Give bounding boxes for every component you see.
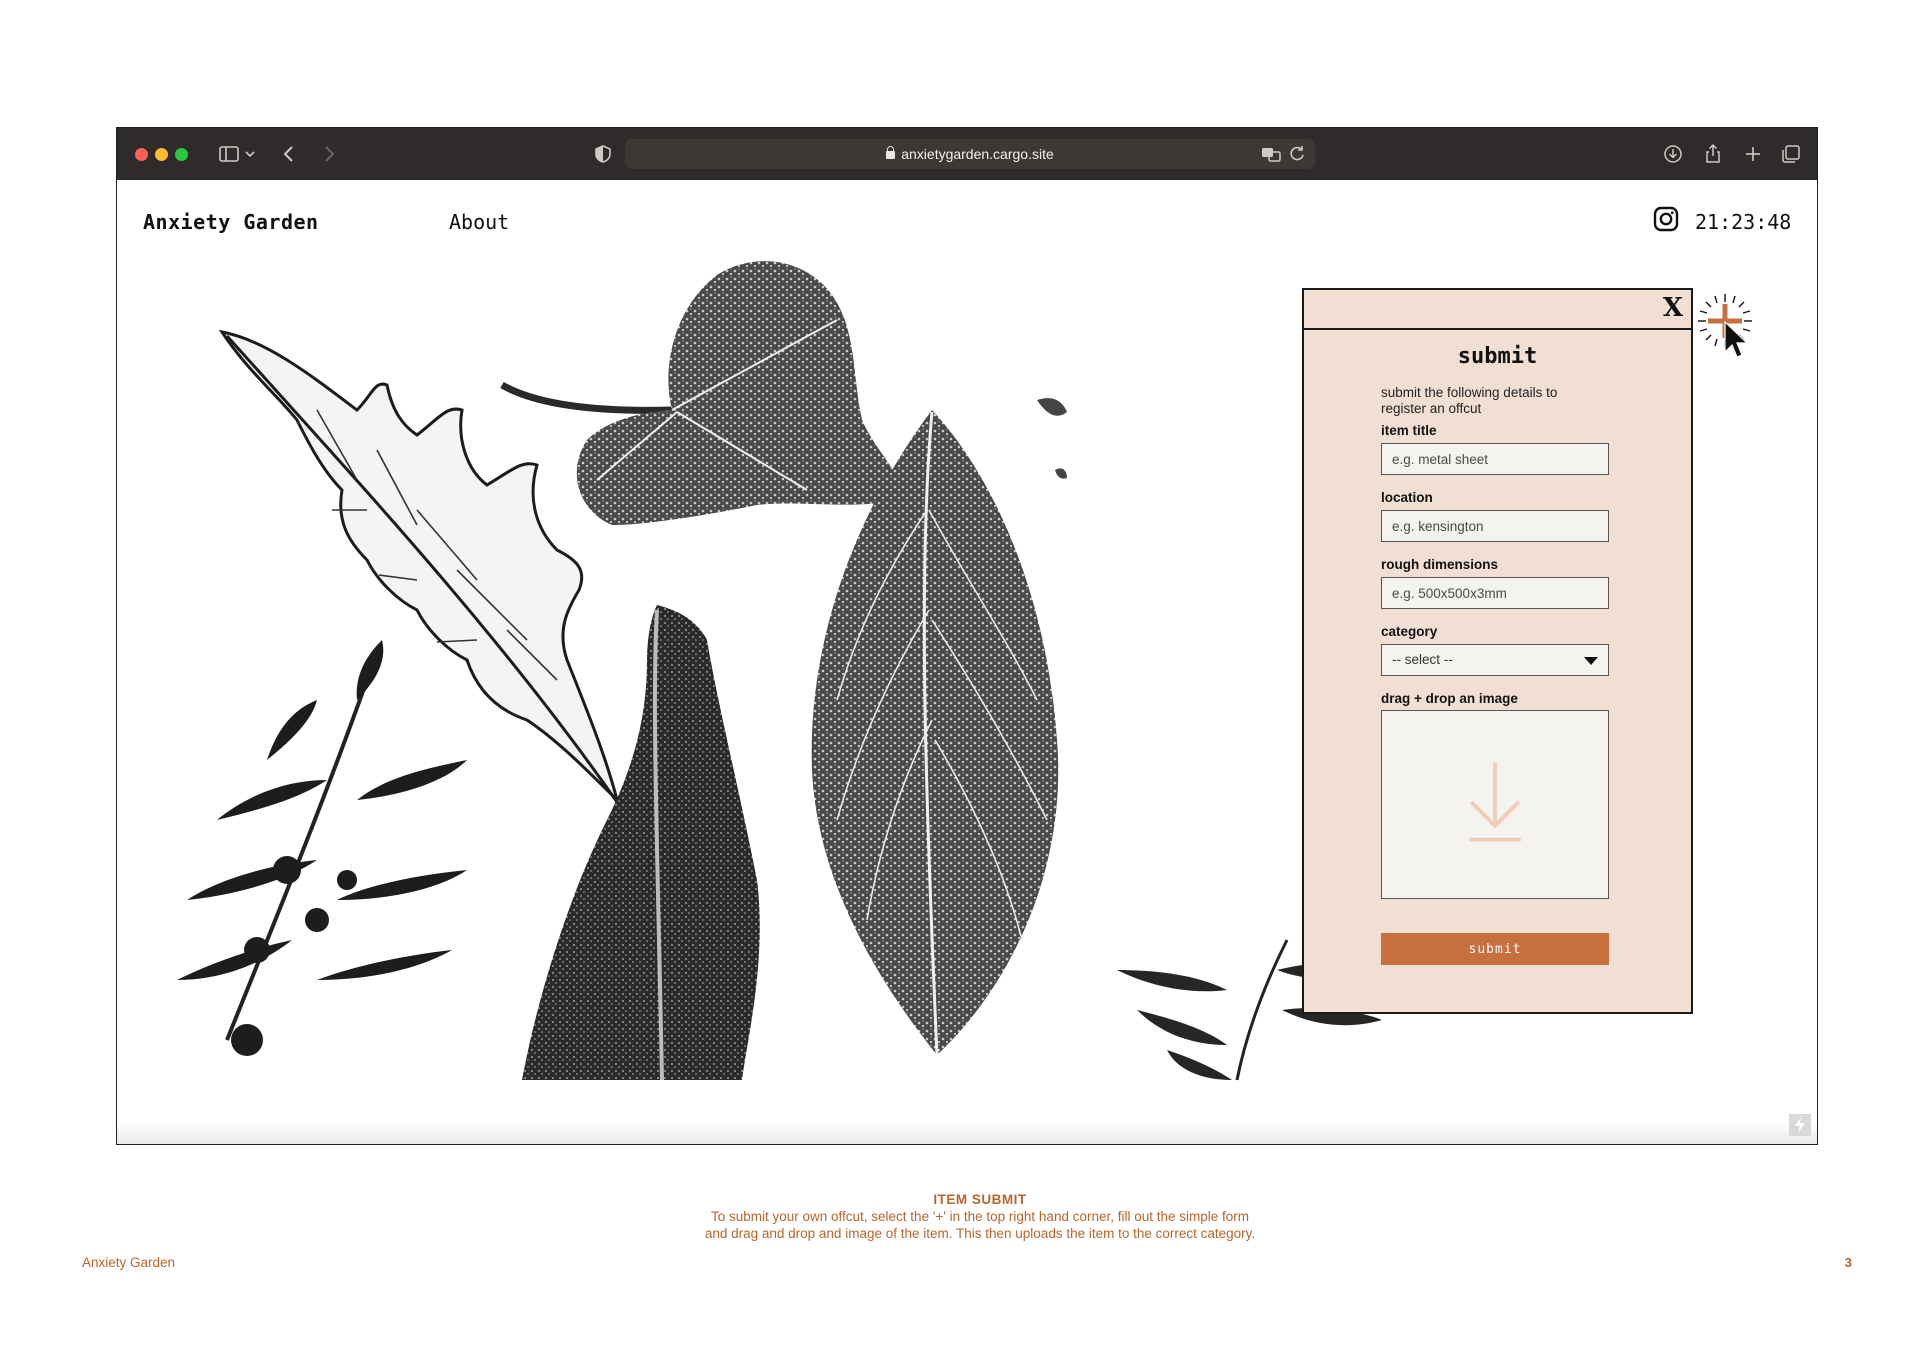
caption-title: ITEM SUBMIT xyxy=(933,1192,1027,1207)
browser-window: anxietygarden.cargo.site Anxiety Garden … xyxy=(116,127,1818,1145)
lock-icon xyxy=(886,146,896,159)
clock-display: 21:23:48 xyxy=(1695,210,1792,234)
nav-about-link[interactable]: About xyxy=(449,210,509,234)
sidebar-icon[interactable] xyxy=(217,142,241,166)
page-bottom-shadow xyxy=(117,1122,1817,1144)
mouse-cursor-icon xyxy=(1724,320,1749,358)
reload-icon[interactable] xyxy=(1285,142,1309,166)
lightning-icon[interactable] xyxy=(1789,1114,1811,1136)
instagram-icon[interactable] xyxy=(1653,206,1679,232)
downloads-icon[interactable] xyxy=(1661,142,1685,166)
add-item-button[interactable] xyxy=(1695,292,1759,364)
modal-title: submit xyxy=(1457,344,1538,369)
dimensions-input[interactable] xyxy=(1381,577,1609,609)
share-icon[interactable] xyxy=(1701,142,1725,166)
category-selected-value: -- select -- xyxy=(1392,652,1453,667)
location-label: location xyxy=(1381,490,1433,505)
item-title-input[interactable] xyxy=(1381,443,1609,475)
new-tab-icon[interactable] xyxy=(1741,142,1765,166)
close-window-button[interactable] xyxy=(135,148,148,161)
item-title-label: item title xyxy=(1381,423,1437,438)
caption: ITEM SUBMIT To submit your own offcut, s… xyxy=(0,1192,1920,1242)
fern-sprig-print xyxy=(177,640,467,1056)
tab-overview-icon[interactable] xyxy=(1779,142,1803,166)
modal-header: X xyxy=(1304,290,1691,330)
maximize-window-button[interactable] xyxy=(175,148,188,161)
caret-down-icon xyxy=(1584,657,1598,665)
close-modal-button[interactable]: X xyxy=(1663,294,1683,322)
chevron-down-icon[interactable] xyxy=(243,142,257,166)
url-text: anxietygarden.cargo.site xyxy=(901,146,1054,162)
web-page: Anxiety Garden About 21:23:48 X submit s… xyxy=(117,180,1817,1144)
translate-icon[interactable] xyxy=(1259,142,1283,166)
back-icon[interactable] xyxy=(277,142,301,166)
footer-brand: Anxiety Garden xyxy=(82,1255,176,1270)
privacy-shield-icon[interactable] xyxy=(591,142,615,166)
minimize-window-button[interactable] xyxy=(155,148,168,161)
dimensions-label: rough dimensions xyxy=(1381,557,1499,572)
caption-body: To submit your own offcut, select the '+… xyxy=(704,1209,1256,1241)
ivy-leaf-print xyxy=(500,261,899,525)
forward-icon[interactable] xyxy=(317,142,341,166)
submit-modal: X submit submit the following details to… xyxy=(1302,288,1693,1014)
browser-toolbar: anxietygarden.cargo.site xyxy=(117,128,1817,180)
location-input[interactable] xyxy=(1381,510,1609,542)
submit-button[interactable]: submit xyxy=(1381,933,1609,965)
site-title[interactable]: Anxiety Garden xyxy=(143,210,319,234)
address-bar[interactable]: anxietygarden.cargo.site xyxy=(625,139,1315,169)
pointed-leaf-print xyxy=(811,410,1059,1056)
category-label: category xyxy=(1381,624,1438,639)
image-dropzone-label: drag + drop an image xyxy=(1381,691,1518,706)
category-select[interactable]: -- select -- xyxy=(1381,644,1609,676)
download-arrow-icon xyxy=(1469,762,1521,842)
plus-icon xyxy=(1698,294,1752,358)
image-dropzone[interactable] xyxy=(1381,710,1609,899)
modal-description: submit the following details to register… xyxy=(1381,385,1558,416)
page-number: 3 xyxy=(1844,1255,1852,1270)
